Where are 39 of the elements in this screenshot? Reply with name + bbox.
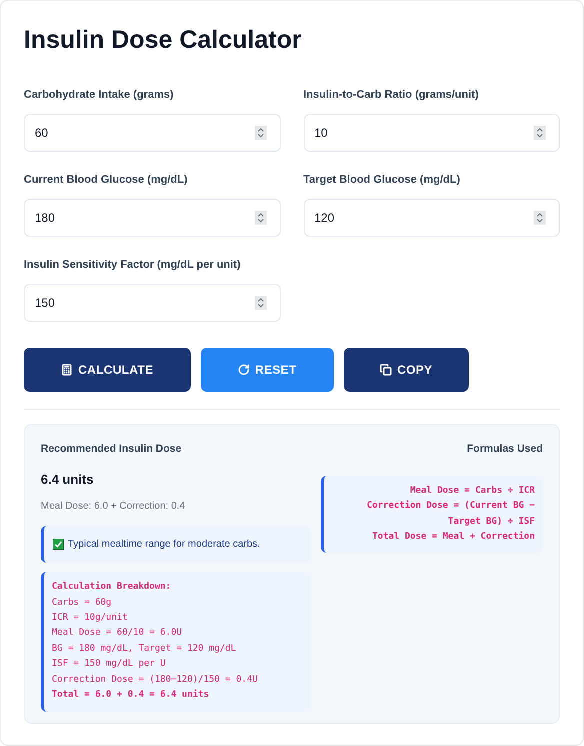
breakdown-line: Carbs = 60g bbox=[52, 596, 112, 610]
field-label: Insulin-to-Carb Ratio (grams/unit) bbox=[304, 88, 479, 103]
spinner-icon[interactable] bbox=[254, 126, 266, 140]
spinner-icon[interactable] bbox=[254, 296, 266, 310]
breakdown-title: Calculation Breakdown: bbox=[52, 580, 172, 594]
field-label: Insulin Sensitivity Factor (mg/dL per unit) bbox=[24, 258, 241, 273]
dose-detail: Meal Dose: 6.0 + Correction: 0.4 bbox=[41, 500, 186, 514]
breakdown-line: ISF = 150 mg/dL per U bbox=[52, 658, 166, 672]
check-icon bbox=[53, 539, 64, 550]
note-text: Typical mealtime range for moderate carbs. bbox=[68, 538, 260, 552]
breakdown-total: Total = 6.0 + 0.4 = 6.4 units bbox=[52, 688, 210, 702]
spinner-icon[interactable] bbox=[254, 211, 266, 225]
result-heading: Recommended Insulin Dose bbox=[41, 442, 182, 457]
formulas-heading: Formulas Used bbox=[467, 442, 543, 457]
number-field[interactable]: 120 bbox=[304, 199, 560, 237]
number-field[interactable]: 150 bbox=[24, 284, 280, 322]
field-label: Current Blood Glucose (mg/dL) bbox=[24, 173, 188, 188]
reset-button[interactable]: RESET bbox=[201, 348, 334, 392]
formula-line: Total Dose = Meal + Correction bbox=[372, 530, 535, 544]
breakdown-line: Correction Dose = (180−120)/150 = 0.4U bbox=[52, 674, 258, 687]
number-field[interactable]: 60 bbox=[24, 114, 280, 152]
number-field[interactable]: 10 bbox=[304, 114, 560, 152]
formula-line: Correction Dose = (Current BG − Target BG) ÷ ISF bbox=[366, 500, 535, 529]
dose-value: 6.4 units bbox=[41, 470, 94, 489]
spinner-icon[interactable] bbox=[534, 126, 546, 140]
breakdown-line: ICR = 10g/unit bbox=[52, 612, 128, 626]
breakdown-line: Meal Dose = 60/10 = 6.0U bbox=[52, 627, 182, 640]
copy-icon bbox=[380, 364, 392, 376]
formula-line: Meal Dose = Carbs ÷ ICR bbox=[410, 484, 535, 498]
field-label: Target Blood Glucose (mg/dL) bbox=[304, 173, 460, 188]
spinner-icon[interactable] bbox=[534, 211, 546, 225]
calculator-icon bbox=[61, 364, 74, 376]
page-title: Insulin Dose Calculator bbox=[24, 25, 303, 56]
copy-button[interactable]: COPY bbox=[344, 348, 469, 392]
field-label: Carbohydrate Intake (grams) bbox=[24, 88, 174, 103]
refresh-icon bbox=[238, 364, 250, 376]
number-field[interactable]: 180 bbox=[24, 199, 280, 237]
calculate-button[interactable]: CALCULATE bbox=[24, 348, 191, 392]
breakdown-line: BG = 180 mg/dL, Target = 120 mg/dL bbox=[52, 642, 236, 656]
